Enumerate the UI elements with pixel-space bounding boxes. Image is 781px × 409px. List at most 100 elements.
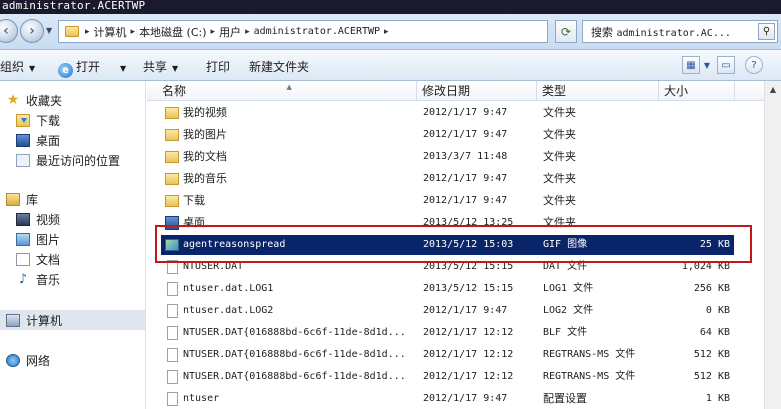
file-type: REGTRANS-MS 文件	[543, 349, 636, 360]
vertical-scrollbar[interactable]: ▲	[764, 81, 781, 409]
nav-libraries[interactable]: 库	[6, 190, 38, 208]
file-modified-date: 2012/1/17 12:12	[423, 371, 514, 382]
folder-icon	[165, 173, 179, 185]
file-name: ntuser	[183, 393, 220, 404]
file-modified-date: 2012/1/17 9:47	[423, 195, 508, 206]
nav-documents[interactable]: 文档	[16, 250, 60, 268]
column-header-size[interactable]: 大小	[659, 81, 735, 101]
file-size	[661, 146, 730, 168]
sort-ascending-icon: ▲	[286, 83, 292, 91]
file-row[interactable]: 下载 2012/1/17 9:47 文件夹	[147, 190, 764, 212]
recent-places-icon	[16, 153, 30, 167]
nav-computer-label: 计算机	[26, 313, 63, 328]
nav-pictures[interactable]: 图片	[16, 230, 60, 248]
breadcrumb-users[interactable]: 用户	[219, 24, 241, 40]
file-row[interactable]: NTUSER.DAT{016888bd-6c6f-11de-8d1d... 201…	[147, 366, 764, 388]
forward-button[interactable]: ›	[20, 19, 44, 43]
breadcrumb-separator-icon[interactable]: ▸	[131, 27, 136, 37]
file-row[interactable]: 我的图片 2012/1/17 9:47 文件夹	[147, 124, 764, 146]
column-header-type[interactable]: 类型	[537, 81, 659, 101]
chevron-down-icon: ▼	[29, 64, 36, 73]
file-size: 256 KB	[693, 283, 730, 294]
search-input[interactable]: 搜索 administrator.AC... ⚲	[582, 20, 778, 43]
nav-desktop[interactable]: 桌面	[16, 131, 60, 149]
search-icon[interactable]: ⚲	[758, 23, 775, 40]
breadcrumb-user-folder[interactable]: administrator.ACERTWP	[254, 26, 380, 37]
file-type: 文件夹	[543, 128, 576, 141]
file-row[interactable]: NTUSER.DAT{016888bd-6c6f-11de-8d1d... 201…	[147, 344, 764, 366]
view-dropdown-icon[interactable]: ▼	[701, 56, 713, 74]
file-icon	[167, 304, 178, 318]
scroll-up-icon[interactable]: ▲	[767, 85, 779, 99]
nav-computer[interactable]: 计算机	[6, 311, 62, 329]
search-placeholder-prefix: 搜索	[591, 25, 617, 39]
file-name: 下载	[183, 194, 205, 207]
nav-recent-places[interactable]: 最近访问的位置	[16, 151, 120, 169]
column-size-label: 大小	[664, 84, 689, 98]
refresh-icon: ⟳	[560, 24, 572, 39]
file-row[interactable]: ntuser 2012/1/17 9:47 配置设置 1 KB	[147, 388, 764, 409]
file-name: 我的文档	[183, 150, 227, 163]
share-menu[interactable]: 共享 ▼	[143, 58, 178, 75]
chevron-down-icon[interactable]: ▼	[120, 64, 126, 73]
view-options-button[interactable]: ▦	[682, 56, 700, 74]
file-modified-date: 2012/1/17 9:47	[423, 173, 508, 184]
folder-icon	[165, 129, 179, 141]
breadcrumb-computer[interactable]: 计算机	[94, 24, 127, 40]
folder-icon	[165, 107, 179, 119]
file-size: 1 KB	[705, 393, 730, 404]
file-row[interactable]: ntuser.dat.LOG2 2012/1/17 9:47 LOG2 文件 0 KB	[147, 300, 764, 322]
file-row[interactable]: NTUSER.DAT{016888bd-6c6f-11de-8d1d... 201…	[147, 322, 764, 344]
computer-icon	[6, 313, 20, 327]
file-row[interactable]: 我的文档 2013/3/7 11:48 文件夹	[147, 146, 764, 168]
breadcrumb-separator-icon[interactable]: ▸	[245, 27, 250, 37]
breadcrumb-separator-icon[interactable]: ▸	[384, 27, 389, 37]
documents-icon	[16, 252, 30, 266]
desktop-icon	[16, 133, 30, 147]
open-button[interactable]: e 打开 ▼	[58, 58, 126, 78]
file-row[interactable]: 我的音乐 2012/1/17 9:47 文件夹	[147, 168, 764, 190]
address-row: ‹ › ▼ ▸ 计算机 ▸ 本地磁盘 (C:) ▸ 用户 ▸ administr…	[0, 14, 781, 50]
refresh-button[interactable]: ⟳	[555, 20, 577, 43]
preview-pane-button[interactable]: ▭	[717, 56, 735, 74]
nav-favorites[interactable]: ★ 收藏夹	[6, 91, 62, 109]
address-bar[interactable]: ▸ 计算机 ▸ 本地磁盘 (C:) ▸ 用户 ▸ administrator.A…	[58, 20, 548, 43]
file-type: 文件夹	[543, 194, 576, 207]
nav-network[interactable]: 网络	[6, 351, 50, 369]
title-bar: administrator.ACERTWP	[0, 0, 781, 14]
file-size	[661, 102, 730, 124]
nav-downloads-label: 下载	[36, 113, 61, 128]
settings-file-icon	[167, 392, 178, 406]
file-icon	[167, 326, 178, 340]
file-type: 文件夹	[543, 150, 576, 163]
file-type: 文件夹	[543, 106, 576, 119]
print-button[interactable]: 打印	[206, 58, 230, 75]
nav-downloads[interactable]: 下载	[16, 111, 60, 129]
breadcrumb-separator-icon[interactable]: ▸	[211, 27, 216, 37]
forward-arrow-icon: ›	[29, 23, 35, 39]
history-dropdown-icon[interactable]: ▼	[46, 26, 52, 35]
file-name: ntuser.dat.LOG1	[183, 283, 274, 294]
file-type: REGTRANS-MS 文件	[543, 371, 636, 382]
open-label: 打开	[76, 60, 101, 74]
file-row[interactable]: ntuser.dat.LOG1 2013/5/12 15:15 LOG1 文件 256…	[147, 278, 764, 300]
breadcrumb-separator-icon[interactable]: ▸	[85, 27, 90, 37]
new-folder-button[interactable]: 新建文件夹	[249, 58, 309, 75]
back-button[interactable]: ‹	[0, 19, 18, 43]
organize-menu[interactable]: 组织 ▼	[0, 58, 35, 75]
search-placeholder-path: administrator.AC...	[616, 27, 731, 39]
column-header-date[interactable]: 修改日期	[417, 81, 537, 101]
breadcrumb-local-disk[interactable]: 本地磁盘 (C:)	[139, 24, 206, 40]
nav-music[interactable]: ♪ 音乐	[16, 270, 60, 288]
nav-videos[interactable]: 视频	[16, 210, 60, 228]
file-row[interactable]: 我的视频 2012/1/17 9:47 文件夹	[147, 102, 764, 124]
view-options-icon: ▦	[686, 59, 696, 71]
help-button[interactable]: ?	[745, 56, 763, 74]
column-type-label: 类型	[542, 84, 567, 98]
file-name: 我的音乐	[183, 172, 227, 185]
column-header-name[interactable]: ▲ 名称	[157, 81, 417, 101]
pictures-icon	[16, 232, 30, 246]
file-type: LOG1 文件	[543, 283, 594, 294]
file-modified-date: 2013/5/12 15:15	[423, 283, 514, 294]
chevron-down-icon: ▼	[172, 64, 179, 73]
